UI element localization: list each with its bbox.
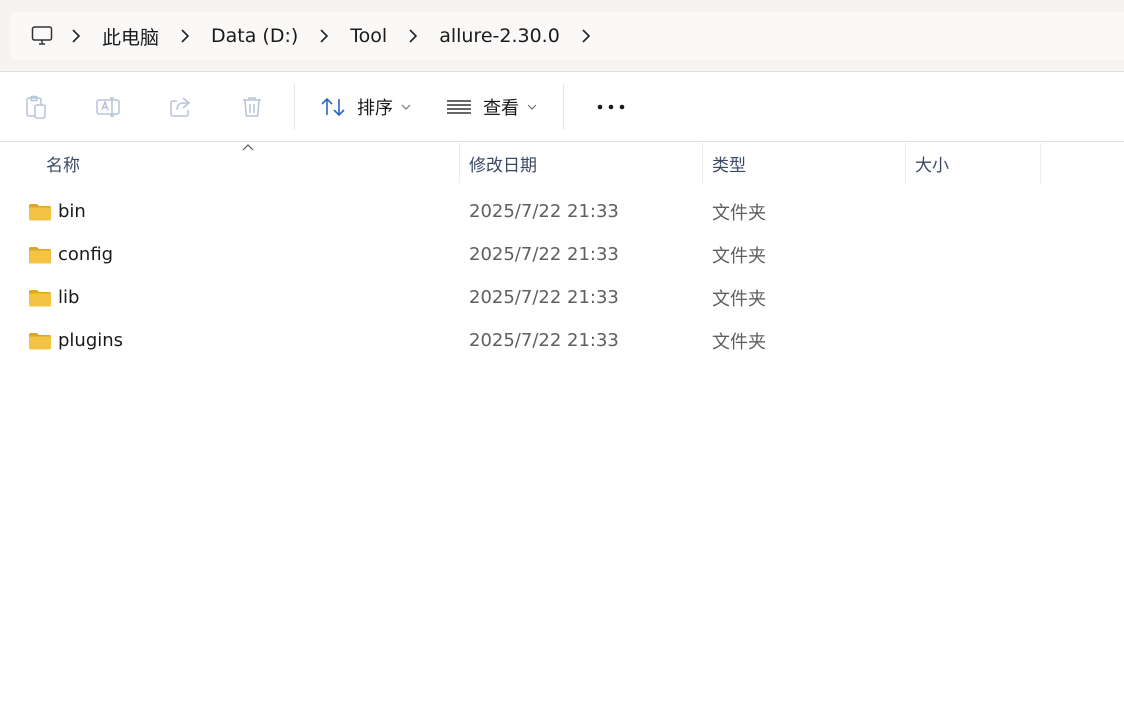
- breadcrumb-current-folder[interactable]: allure-2.30.0: [433, 20, 566, 52]
- file-date: 2025/7/22 21:33: [469, 201, 619, 222]
- toolbar-divider: [294, 84, 295, 130]
- chevron-right-icon[interactable]: [165, 22, 205, 50]
- delete-icon: [243, 97, 261, 117]
- chevron-right-icon[interactable]: [393, 22, 433, 50]
- paste-button[interactable]: [0, 85, 72, 129]
- folder-icon: [28, 289, 52, 307]
- sort-label: 排序: [357, 98, 393, 119]
- file-type: 文件夹: [712, 202, 766, 224]
- rename-icon: [96, 97, 120, 117]
- chevron-down-icon: [401, 103, 411, 111]
- file-date: 2025/7/22 21:33: [469, 287, 619, 308]
- command-bar: 排序 查看: [0, 73, 1124, 142]
- file-row[interactable]: plugins 2025/7/22 21:33 文件夹: [0, 319, 1124, 362]
- paste-icon: [26, 95, 46, 119]
- view-button[interactable]: 查看: [433, 85, 549, 129]
- share-icon: [170, 97, 191, 117]
- file-name: bin: [58, 201, 86, 222]
- file-row[interactable]: bin 2025/7/22 21:33 文件夹: [0, 190, 1124, 233]
- column-header-size[interactable]: 大小: [915, 143, 949, 183]
- chevron-right-icon[interactable]: [566, 22, 606, 50]
- file-list: bin 2025/7/22 21:33 文件夹 config 2025/7/22…: [0, 190, 1124, 362]
- view-label: 查看: [483, 98, 519, 119]
- column-resize-handle[interactable]: [702, 143, 703, 183]
- view-list-icon: [445, 95, 473, 119]
- folder-icon: [28, 203, 52, 221]
- file-type: 文件夹: [712, 288, 766, 310]
- column-header-name[interactable]: 名称: [46, 143, 80, 183]
- chevron-right-icon[interactable]: [56, 22, 96, 50]
- file-name: plugins: [58, 330, 124, 351]
- more-options-button[interactable]: [576, 85, 646, 129]
- column-resize-handle[interactable]: [459, 143, 460, 183]
- column-header-date[interactable]: 修改日期: [469, 143, 537, 183]
- breadcrumb-this-pc[interactable]: 此电脑: [96, 20, 165, 52]
- column-resize-handle[interactable]: [905, 143, 906, 183]
- sort-icon: [319, 95, 347, 119]
- address-bar-region: 此电脑 Data (D:) Tool allure-2.30.0: [0, 0, 1124, 72]
- breadcrumb-drive[interactable]: Data (D:): [205, 20, 304, 52]
- breadcrumb-tool[interactable]: Tool: [344, 20, 393, 52]
- sort-button[interactable]: 排序: [307, 85, 423, 129]
- sort-ascending-icon: [242, 144, 254, 151]
- file-date: 2025/7/22 21:33: [469, 330, 619, 351]
- file-name: lib: [58, 287, 80, 308]
- file-row[interactable]: config 2025/7/22 21:33 文件夹: [0, 233, 1124, 276]
- column-headers: 名称 修改日期 类型 大小: [0, 143, 1124, 183]
- toolbar-divider: [563, 84, 564, 130]
- chevron-right-icon[interactable]: [304, 22, 344, 50]
- file-date: 2025/7/22 21:33: [469, 244, 619, 265]
- monitor-icon[interactable]: [28, 22, 56, 50]
- chevron-down-icon: [527, 103, 537, 111]
- share-button[interactable]: [144, 85, 216, 129]
- more-icon: [597, 104, 625, 110]
- column-header-type[interactable]: 类型: [712, 143, 746, 183]
- breadcrumb[interactable]: 此电脑 Data (D:) Tool allure-2.30.0: [10, 12, 1124, 60]
- file-name: config: [58, 244, 114, 265]
- delete-button[interactable]: [216, 85, 288, 129]
- folder-icon: [28, 332, 52, 350]
- rename-button[interactable]: [72, 85, 144, 129]
- folder-icon: [28, 246, 52, 264]
- column-resize-handle[interactable]: [1040, 143, 1041, 183]
- file-row[interactable]: lib 2025/7/22 21:33 文件夹: [0, 276, 1124, 319]
- file-type: 文件夹: [712, 245, 766, 267]
- file-type: 文件夹: [712, 331, 766, 353]
